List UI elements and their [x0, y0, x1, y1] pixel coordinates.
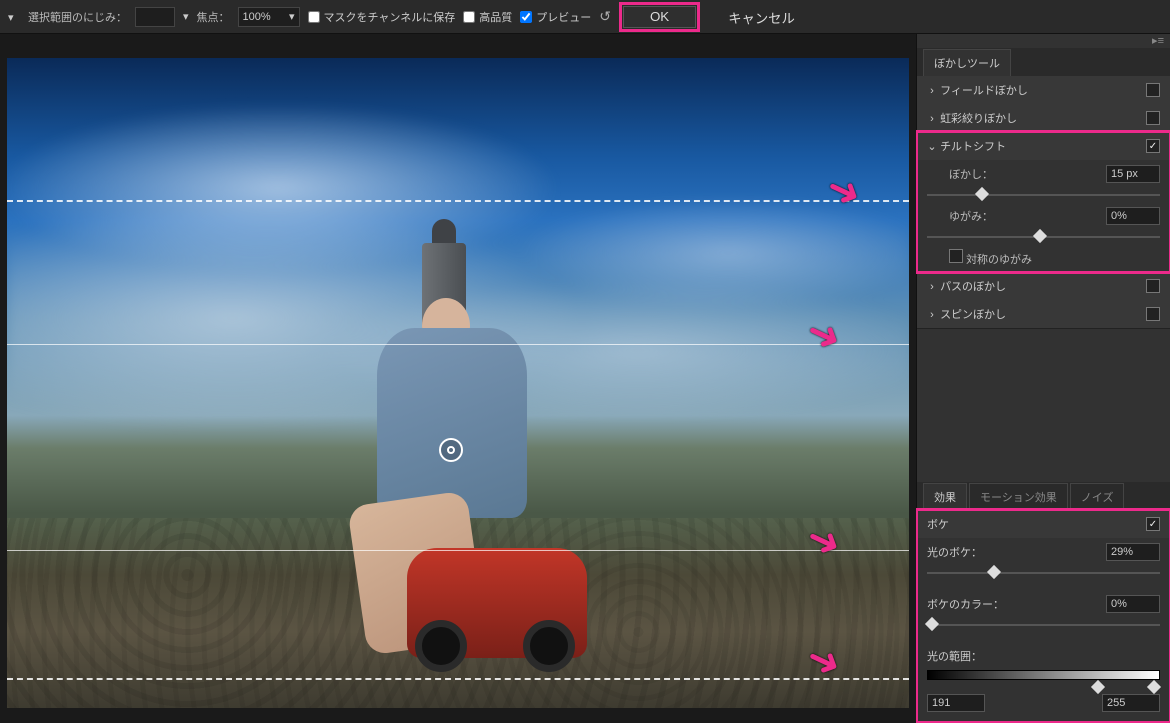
iris-blur-checkbox[interactable]	[1146, 111, 1160, 125]
field-blur-row[interactable]: › フィールドぼかし	[917, 76, 1170, 104]
bokeh-range-slider[interactable]	[917, 670, 1170, 688]
feather-input[interactable]	[135, 7, 175, 27]
canvas-area: ➜ ➜ ➜ ➜	[0, 34, 916, 723]
image-subject	[367, 288, 587, 648]
tilt-blur-row: ぼかし： 15 px	[917, 160, 1170, 188]
bokeh-light-label: 光のボケ：	[927, 544, 982, 560]
chevron-right-icon: ›	[927, 281, 937, 293]
high-quality-checkbox[interactable]: 高品質	[463, 9, 512, 25]
bokeh-range-label: 光の範囲：	[927, 648, 982, 664]
bokeh-light-slider[interactable]	[917, 566, 1170, 580]
tiltshift-inner-line-bottom[interactable]	[7, 550, 909, 551]
bokeh-range-low[interactable]: 191	[927, 694, 985, 712]
panel-menu-icon[interactable]: ▸≡	[917, 34, 1170, 48]
document-canvas[interactable]: ➜ ➜ ➜ ➜	[7, 58, 909, 708]
right-panels: ▸≡ ぼかしツール › フィールドぼかし › 虹彩絞りぼかし ⌄ チルトシフト …	[916, 34, 1170, 723]
bokeh-checkbox[interactable]	[1146, 517, 1160, 531]
reset-icon[interactable]: ↺	[599, 8, 611, 25]
effects-panel: 効果 モーション効果 ノイズ ボケ 光のボケ： 29% ボケのカラー： 0%	[917, 482, 1170, 723]
annotation-arrow-icon: ➜	[799, 307, 849, 363]
tilt-symmetric-checkbox[interactable]	[949, 249, 963, 263]
tool-preset-dropdown[interactable]: ▾	[8, 11, 20, 23]
path-blur-checkbox[interactable]	[1146, 279, 1160, 293]
feather-label: 選択範囲のにじみ：	[28, 9, 127, 25]
options-bar: ▾ 選択範囲のにじみ： ▾ 焦点： 100%▾ マスクをチャンネルに保存 高品質…	[0, 0, 1170, 34]
preview-checkbox[interactable]: プレビュー	[520, 9, 591, 25]
tilt-symmetric-row[interactable]: 対称のゆがみ	[917, 244, 1170, 272]
bokeh-color-slider[interactable]	[917, 618, 1170, 632]
tilt-blur-value[interactable]: 15 px	[1106, 165, 1160, 183]
chevron-right-icon: ›	[927, 85, 937, 97]
tiltshift-checkbox[interactable]	[1146, 139, 1160, 153]
tilt-distort-value[interactable]: 0%	[1106, 207, 1160, 225]
bokeh-title: ボケ	[927, 516, 949, 532]
ok-button[interactable]: OK	[623, 6, 696, 28]
tiltshift-inner-line-top[interactable]	[7, 344, 909, 345]
blur-tools-panel: ぼかしツール › フィールドぼかし › 虹彩絞りぼかし ⌄ チルトシフト ぼかし…	[917, 48, 1170, 329]
bokeh-light-value[interactable]: 29%	[1106, 543, 1160, 561]
tilt-distort-label: ゆがみ：	[927, 208, 993, 224]
tiltshift-section-highlight: ⌄ チルトシフト ぼかし： 15 px ゆがみ： 0% 対称のゆがみ	[917, 132, 1170, 272]
tiltshift-outer-line-bottom[interactable]	[7, 678, 909, 680]
bokeh-range-row: 光の範囲：	[917, 642, 1170, 670]
bokeh-light-row: 光のボケ： 29%	[917, 538, 1170, 566]
bokeh-header[interactable]: ボケ	[917, 510, 1170, 538]
bokeh-section-highlight: ボケ 光のボケ： 29% ボケのカラー： 0% 光の範囲：	[917, 510, 1170, 722]
cancel-button[interactable]: キャンセル	[708, 6, 815, 28]
focus-label: 焦点：	[197, 9, 230, 25]
bokeh-range-high[interactable]: 255	[1102, 694, 1160, 712]
chevron-down-icon: ⌄	[927, 140, 937, 153]
feather-dropdown-icon[interactable]: ▾	[183, 10, 189, 23]
tilt-distort-slider[interactable]	[917, 230, 1170, 244]
tab-blur-tools[interactable]: ぼかしツール	[923, 49, 1011, 76]
tab-effect[interactable]: 効果	[923, 483, 967, 510]
tab-motion-effect[interactable]: モーション効果	[969, 483, 1068, 510]
chevron-right-icon: ›	[927, 113, 937, 125]
path-blur-row[interactable]: › パスのぼかし	[917, 272, 1170, 300]
ok-highlight: OK	[619, 2, 700, 32]
tilt-blur-label: ぼかし：	[927, 166, 993, 182]
iris-blur-row[interactable]: › 虹彩絞りぼかし	[917, 104, 1170, 132]
tiltshift-center-handle[interactable]	[439, 438, 463, 462]
save-mask-checkbox[interactable]: マスクをチャンネルに保存	[308, 9, 456, 25]
chevron-down-icon: ▾	[289, 10, 295, 23]
bokeh-color-value[interactable]: 0%	[1106, 595, 1160, 613]
annotation-arrow-icon: ➜	[819, 163, 869, 219]
bokeh-color-label: ボケのカラー：	[927, 596, 1004, 612]
bokeh-color-row: ボケのカラー： 0%	[917, 590, 1170, 618]
spin-blur-checkbox[interactable]	[1146, 307, 1160, 321]
focus-input[interactable]: 100%▾	[238, 7, 300, 27]
tilt-blur-slider[interactable]	[917, 188, 1170, 202]
tilt-distort-row: ゆがみ： 0%	[917, 202, 1170, 230]
tiltshift-row[interactable]: ⌄ チルトシフト	[917, 132, 1170, 160]
tab-noise[interactable]: ノイズ	[1070, 483, 1125, 510]
field-blur-checkbox[interactable]	[1146, 83, 1160, 97]
spin-blur-row[interactable]: › スピンぼかし	[917, 300, 1170, 328]
chevron-right-icon: ›	[927, 309, 937, 321]
tiltshift-outer-line-top[interactable]	[7, 200, 909, 202]
